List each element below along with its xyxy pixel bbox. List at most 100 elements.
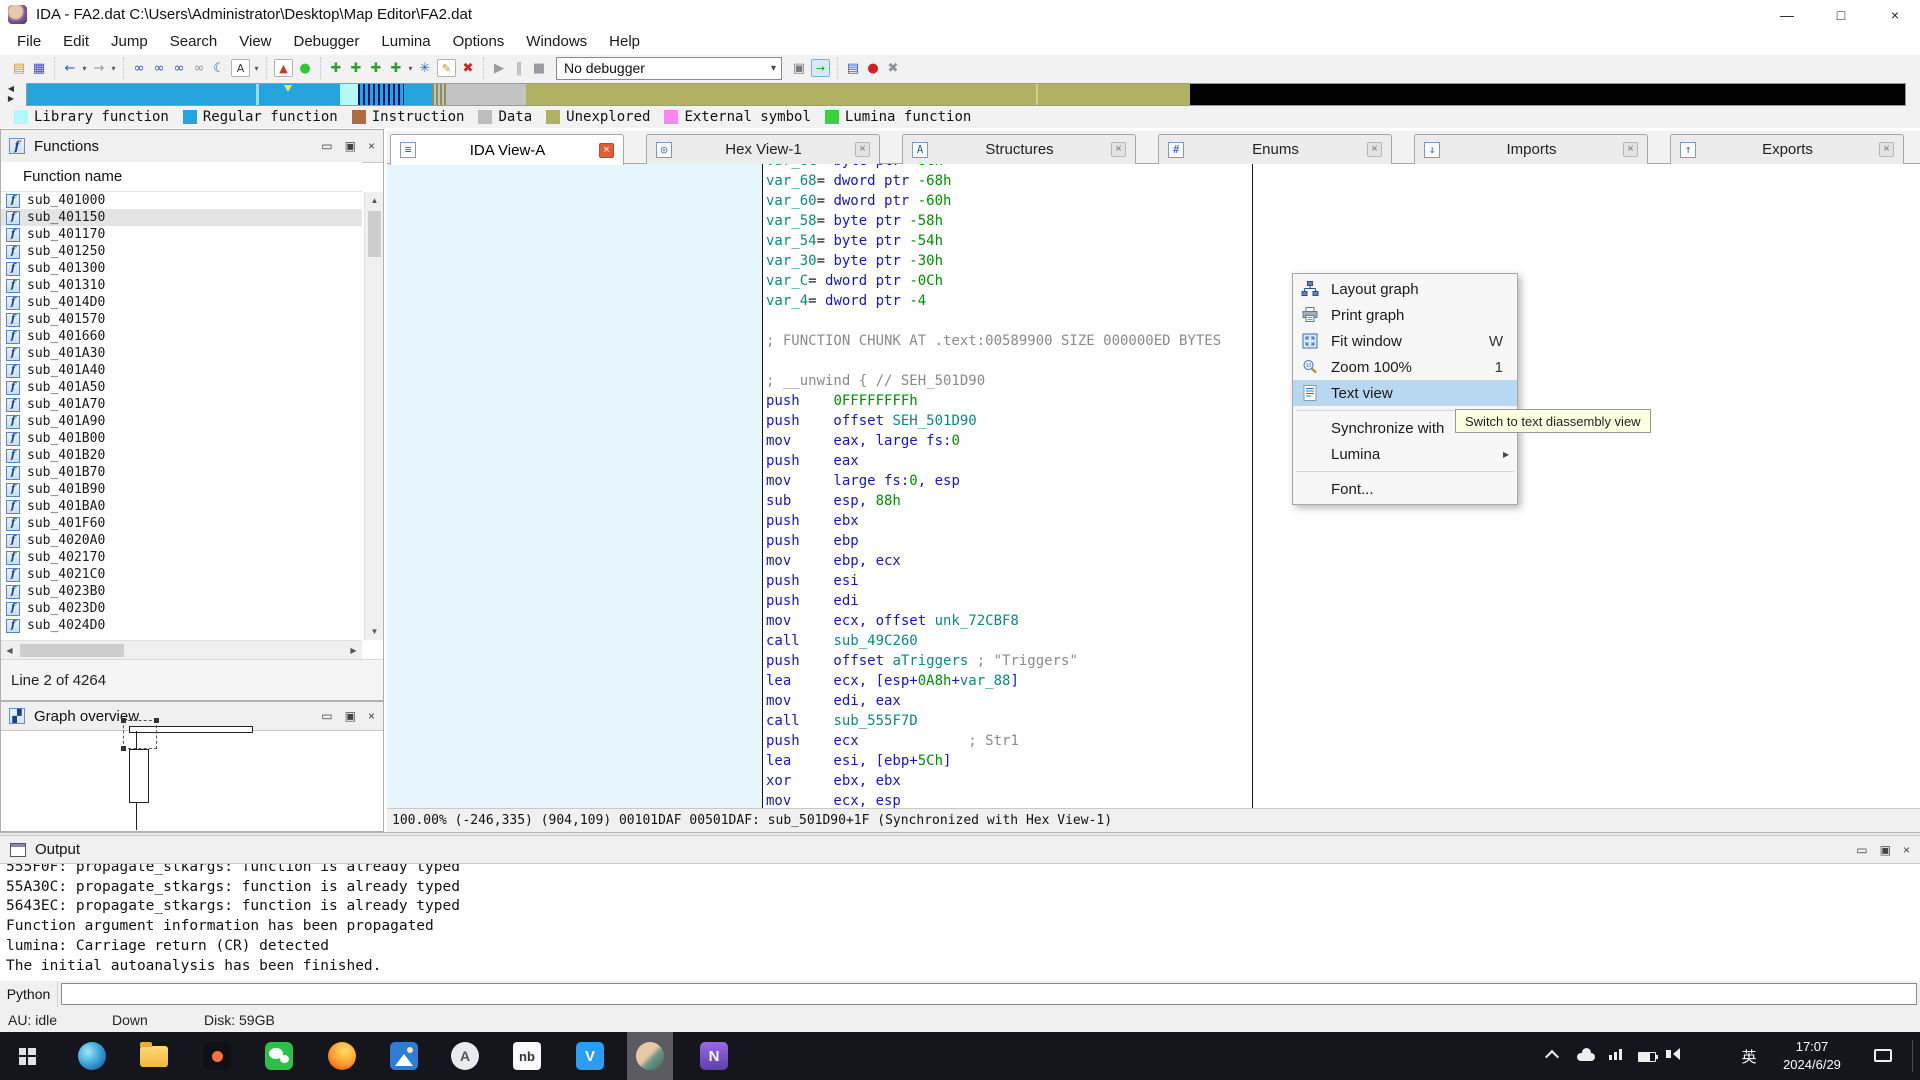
pause-process-icon[interactable]: ‖ bbox=[509, 58, 529, 78]
scroll-right-icon[interactable]: ▶ bbox=[345, 642, 362, 659]
volume-icon[interactable] bbox=[1666, 1048, 1680, 1060]
function-row[interactable]: fsub_401A90 bbox=[1, 413, 362, 430]
function-row[interactable]: fsub_401660 bbox=[1, 328, 362, 345]
file-explorer-icon[interactable] bbox=[131, 1032, 177, 1080]
show-desktop-divider[interactable] bbox=[1912, 1040, 1913, 1072]
function-row[interactable]: fsub_401170 bbox=[1, 226, 362, 243]
tab-enums[interactable]: #Enums× bbox=[1158, 134, 1392, 164]
functions-vertical-scrollbar[interactable]: ▲ ▼ bbox=[364, 192, 383, 640]
start-button[interactable] bbox=[4, 1032, 50, 1080]
function-row[interactable]: fsub_401300 bbox=[1, 260, 362, 277]
function-row[interactable]: fsub_4021C0 bbox=[1, 566, 362, 583]
taskbar-clock[interactable]: 17:07 2024/6/29 bbox=[1768, 1038, 1856, 1074]
purple-n-icon[interactable]: N bbox=[691, 1032, 737, 1080]
tab-close-icon[interactable]: × bbox=[1367, 142, 1382, 157]
menu-debugger[interactable]: Debugger bbox=[283, 29, 371, 55]
vertical-scroll-thumb[interactable] bbox=[368, 211, 381, 257]
format-caret-icon[interactable]: ▾ bbox=[252, 64, 261, 73]
photos-icon[interactable] bbox=[381, 1032, 427, 1080]
tray-expand-icon[interactable] bbox=[1547, 1048, 1557, 1062]
stop-process-icon[interactable]: ■ bbox=[529, 58, 549, 78]
search-disabled-icon[interactable]: ∞ bbox=[189, 58, 209, 78]
search-text-icon[interactable]: ∞ bbox=[129, 58, 149, 78]
edit-function-icon[interactable]: ✎ bbox=[437, 59, 456, 77]
restore-icon[interactable]: ▭ bbox=[321, 709, 332, 723]
menu-jump[interactable]: Jump bbox=[100, 29, 159, 55]
scroll-down-icon[interactable]: ▼ bbox=[366, 623, 383, 640]
close-icon[interactable]: × bbox=[368, 139, 375, 153]
restore-icon[interactable]: ▭ bbox=[321, 139, 332, 153]
onedrive-cloud-icon[interactable] bbox=[1577, 1048, 1595, 1061]
tab-close-icon[interactable]: × bbox=[599, 143, 614, 158]
make-array-icon[interactable]: ✚ bbox=[386, 58, 406, 78]
maximize-button[interactable]: □ bbox=[1816, 0, 1866, 29]
menu-windows[interactable]: Windows bbox=[515, 29, 598, 55]
back-icon[interactable]: ← bbox=[60, 58, 80, 78]
delete-breakpoint-icon[interactable]: ✖ bbox=[883, 58, 903, 78]
functions-column-header[interactable]: Function name bbox=[1, 162, 362, 192]
float-icon[interactable]: ▣ bbox=[1880, 843, 1891, 857]
search-names-icon[interactable]: ∞ bbox=[149, 58, 169, 78]
forward-caret-icon[interactable]: ▾ bbox=[109, 64, 118, 73]
minimize-button[interactable]: — bbox=[1762, 0, 1812, 29]
function-row[interactable]: fsub_4024D0 bbox=[1, 617, 362, 634]
python-prompt-label[interactable]: Python bbox=[0, 981, 58, 1007]
menu-help[interactable]: Help bbox=[598, 29, 651, 55]
menu-edit[interactable]: Edit bbox=[52, 29, 100, 55]
scroll-left-icon[interactable]: ◀ bbox=[1, 642, 18, 659]
save-icon[interactable]: ▦ bbox=[29, 58, 49, 78]
menu-view[interactable]: View bbox=[228, 29, 282, 55]
tab-close-icon[interactable]: × bbox=[1111, 142, 1126, 157]
function-row[interactable]: fsub_401000 bbox=[1, 192, 362, 209]
attach-icon[interactable]: ▣ bbox=[789, 58, 809, 78]
input-language-indicator[interactable]: 英 bbox=[1733, 1032, 1765, 1080]
search-values-icon[interactable]: ∞ bbox=[169, 58, 189, 78]
restore-icon[interactable]: ▭ bbox=[1856, 843, 1867, 857]
edge-icon[interactable] bbox=[69, 1032, 115, 1080]
function-row[interactable]: fsub_401570 bbox=[1, 311, 362, 328]
network-icon[interactable] bbox=[1609, 1048, 1622, 1060]
menu-options[interactable]: Options bbox=[442, 29, 516, 55]
make-data-icon[interactable]: ✚ bbox=[346, 58, 366, 78]
functions-horizontal-scrollbar[interactable]: ◀ ▶ bbox=[1, 640, 362, 659]
tab-close-icon[interactable]: × bbox=[1879, 142, 1894, 157]
function-row[interactable]: fsub_4023B0 bbox=[1, 583, 362, 600]
function-row[interactable]: fsub_4014D0 bbox=[1, 294, 362, 311]
action-center-icon[interactable] bbox=[1874, 1049, 1892, 1062]
function-row[interactable]: fsub_401B00 bbox=[1, 430, 362, 447]
tab-imports[interactable]: ↓Imports× bbox=[1414, 134, 1648, 164]
context-menu-item-zoom-100-[interactable]: 10Zoom 100%1 bbox=[1293, 354, 1517, 380]
function-row[interactable]: fsub_401250 bbox=[1, 243, 362, 260]
function-row[interactable]: fsub_401A50 bbox=[1, 379, 362, 396]
context-menu-item-lumina[interactable]: Lumina▸ bbox=[1293, 441, 1517, 467]
scroll-up-icon[interactable]: ▲ bbox=[366, 192, 383, 209]
vscode-icon[interactable]: V bbox=[567, 1032, 613, 1080]
function-row[interactable]: fsub_401B20 bbox=[1, 447, 362, 464]
breakpoint-list-icon[interactable]: ▤ bbox=[843, 58, 863, 78]
netbeans-icon[interactable]: nb bbox=[504, 1032, 550, 1080]
close-icon[interactable]: × bbox=[1903, 843, 1910, 857]
tab-exports[interactable]: ↑Exports× bbox=[1670, 134, 1904, 164]
add-breakpoint-icon[interactable]: ● bbox=[863, 58, 883, 78]
ida-icon[interactable] bbox=[627, 1032, 673, 1080]
menu-file[interactable]: File bbox=[6, 29, 52, 55]
autoanalysis-indicator-icon[interactable]: ● bbox=[295, 58, 315, 78]
output-log[interactable]: 555F0F: propagate_stkargs: function is a… bbox=[0, 864, 1920, 981]
float-icon[interactable]: ▣ bbox=[345, 709, 356, 723]
make-code-icon[interactable]: ✚ bbox=[326, 58, 346, 78]
menu-search[interactable]: Search bbox=[159, 29, 229, 55]
function-row[interactable]: fsub_402170 bbox=[1, 549, 362, 566]
context-menu-item-print-graph[interactable]: Print graph bbox=[1293, 302, 1517, 328]
horizontal-scroll-thumb[interactable] bbox=[20, 644, 124, 657]
text-format-icon[interactable]: A bbox=[231, 59, 250, 77]
dark-app-icon[interactable] bbox=[194, 1032, 240, 1080]
start-process-icon[interactable]: ▶ bbox=[489, 58, 509, 78]
tab-close-icon[interactable]: × bbox=[855, 142, 870, 157]
functions-panel-titlebar[interactable]: f Functions ▭ ▣ × bbox=[1, 130, 383, 163]
function-row[interactable]: fsub_401F60 bbox=[1, 515, 362, 532]
context-menu-item-font-[interactable]: Font... bbox=[1293, 476, 1517, 502]
python-input[interactable] bbox=[61, 983, 1917, 1005]
tab-hex-view-1[interactable]: ◎Hex View-1× bbox=[646, 134, 880, 164]
back-caret-icon[interactable]: ▾ bbox=[80, 64, 89, 73]
context-menu-item-text-view[interactable]: Text view bbox=[1293, 380, 1517, 406]
